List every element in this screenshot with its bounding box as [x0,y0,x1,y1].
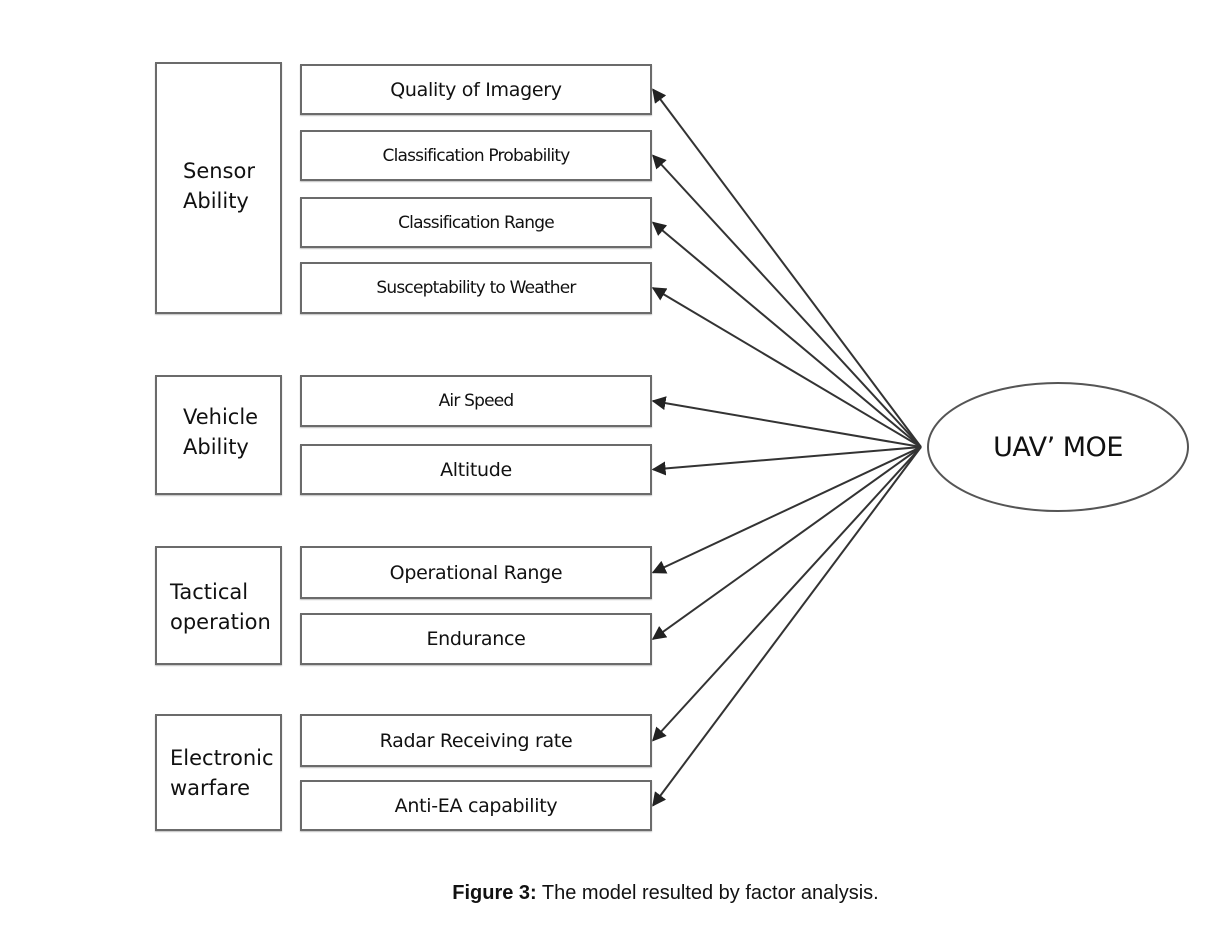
arrow-to-endurance [651,446,922,640]
arrow-to-susceptability-to-weather [651,287,922,448]
item-label: Classification Probability [382,145,571,166]
item-label: Susceptability to Weather [376,278,576,298]
item-label: Endurance [426,628,526,650]
item-label: Anti-EA capability [394,794,558,817]
item-box-classification-range: Classification Range [300,197,652,248]
group-label-vehicle-ability: Vehicle Ability [183,405,259,459]
item-box-anti-ea-capability: Anti-EA capability [300,780,652,831]
arrow-to-classification-probability [652,154,922,448]
item-label: Quality of Imagery [390,78,562,101]
item-box-susceptability-to-weather: Susceptability to Weather [300,262,652,314]
arrow-to-classification-range [651,221,922,448]
item-label: Air Speed [438,391,515,411]
item-box-operational-range: Operational Range [300,546,652,599]
item-box-radar-receiving-rate: Radar Receiving rate [300,714,652,767]
arrow-to-operational-range [651,446,922,574]
item-box-air-speed: Air Speed [300,375,652,427]
group-label-tactical-operation: Tactical operation [170,580,271,634]
figure-caption: Figure 3: The model resulted by factor a… [0,882,1206,905]
arrow-to-anti-ea-capability [652,446,922,807]
arrow-to-radar-receiving-rate [652,446,922,742]
central-node-label: UAV’ MOE [993,431,1123,463]
caption-text: The model resulted by factor analysis. [536,882,879,904]
item-label: Radar Receiving rate [379,729,573,752]
arrow-to-altitude [651,446,922,476]
item-box-classification-probability: Classification Probability [300,130,652,181]
group-label-sensor-ability: Sensor Ability [183,159,255,213]
item-box-endurance: Endurance [300,613,652,665]
caption-prefix: Figure 3: [452,882,537,904]
group-label-electronic-warfare: Electronic warfare [170,746,274,800]
item-label: Operational Range [389,561,563,584]
arrow-to-quality-of-imagery [652,88,922,448]
item-label: Altitude [440,458,512,481]
item-label: Classification Range [398,212,555,233]
arrow-to-air-speed [651,396,922,448]
item-box-quality-of-imagery: Quality of Imagery [300,64,652,115]
item-box-altitude: Altitude [300,444,652,495]
